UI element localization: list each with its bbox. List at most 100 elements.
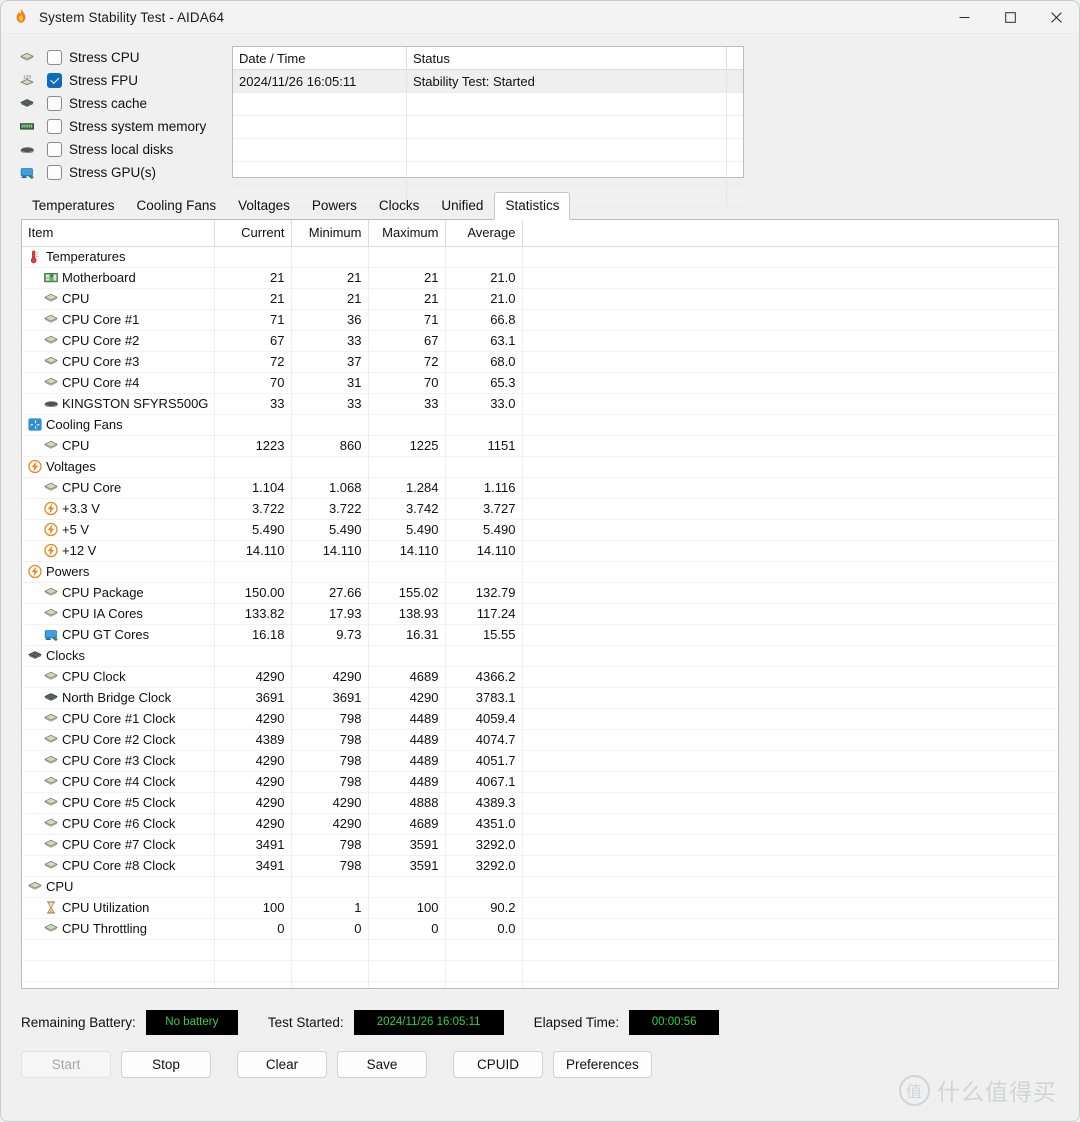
- stress-option-checkbox[interactable]: [47, 96, 62, 111]
- cpuid-button[interactable]: CPUID: [453, 1051, 543, 1078]
- tab-temperatures[interactable]: Temperatures: [21, 192, 126, 219]
- statistics-cell-minimum: 21: [291, 267, 369, 289]
- statistics-item-row[interactable]: KINGSTON SFYRS500G 33 33 33 33.0: [22, 393, 1058, 415]
- statistics-group-row[interactable]: CPU: [22, 876, 1058, 898]
- stop-button[interactable]: Stop: [121, 1051, 211, 1078]
- stress-option-checkbox[interactable]: [47, 73, 62, 88]
- statistics-item-row[interactable]: CPU Core #1 Clock 4290 798 4489 4059.4: [22, 708, 1058, 730]
- statistics-item-row[interactable]: CPU Core #5 Clock 4290 4290 4888 4389.3: [22, 792, 1058, 814]
- stress-option-row[interactable]: Stress local disks: [17, 138, 229, 161]
- stress-option-row[interactable]: Stress GPU(s): [17, 161, 229, 184]
- minimize-button[interactable]: [941, 1, 987, 33]
- statistics-cell-spacer: [522, 372, 1058, 394]
- col-header-item[interactable]: Item: [22, 220, 215, 247]
- statistics-group-row[interactable]: Clocks: [22, 645, 1058, 667]
- tab-clocks[interactable]: Clocks: [368, 192, 431, 219]
- stress-option-row[interactable]: 123 Stress FPU: [17, 69, 229, 92]
- statistics-item-label: +12 V: [62, 543, 97, 558]
- stress-option-row[interactable]: Stress CPU: [17, 46, 229, 69]
- col-header-minimum[interactable]: Minimum: [291, 220, 369, 247]
- statistics-group-row[interactable]: Voltages: [22, 456, 1058, 478]
- statistics-item-row[interactable]: CPU GT Cores 16.18 9.73 16.31 15.55: [22, 624, 1058, 646]
- statistics-item-label: Voltages: [46, 459, 96, 474]
- tab-unified[interactable]: Unified: [430, 192, 494, 219]
- statistics-item-label: CPU Core #3 Clock: [62, 753, 176, 768]
- log-row[interactable]: 2024/11/26 16:05:11 Stability Test: Start…: [233, 70, 743, 93]
- maximize-button[interactable]: [987, 1, 1033, 33]
- stress-option-row[interactable]: Stress cache: [17, 92, 229, 115]
- statistics-item-row[interactable]: CPU Core #6 Clock 4290 4290 4689 4351.0: [22, 813, 1058, 835]
- statistics-item-row[interactable]: CPU Throttling 0 0 0 0.0: [22, 918, 1058, 940]
- statistics-item-row[interactable]: CPU 21 21 21 21.0: [22, 288, 1058, 310]
- statistics-cell-minimum: 798: [291, 834, 369, 856]
- statistics-item-row[interactable]: +12 V 14.110 14.110 14.110 14.110: [22, 540, 1058, 562]
- statistics-item-row[interactable]: CPU Core #2 67 33 67 63.1: [22, 330, 1058, 352]
- statistics-item-row[interactable]: CPU Core #1 71 36 71 66.8: [22, 309, 1058, 331]
- statistics-item-row[interactable]: Motherboard 21 21 21 21.0: [22, 267, 1058, 289]
- statistics-item-row[interactable]: CPU Utilization 100 1 100 90.2: [22, 897, 1058, 919]
- statistics-cell-spacer: [522, 456, 1058, 478]
- statistics-cell-item: CPU Core #6 Clock: [22, 813, 215, 835]
- statistics-cell-average: 1151: [445, 435, 523, 457]
- statistics-item-row[interactable]: CPU Core #4 70 31 70 65.3: [22, 372, 1058, 394]
- statistics-item-row[interactable]: CPU IA Cores 133.82 17.93 138.93 117.24: [22, 603, 1058, 625]
- tab-voltages[interactable]: Voltages: [227, 192, 301, 219]
- start-button[interactable]: Start: [21, 1051, 111, 1078]
- memory-module-icon: [17, 118, 37, 136]
- statistics-cell-average: 66.8: [445, 309, 523, 331]
- stress-option-checkbox[interactable]: [47, 142, 62, 157]
- statistics-cell-maximum: [368, 414, 446, 436]
- statistics-empty-cell: [522, 960, 1058, 982]
- log-cell-datetime: [233, 139, 407, 161]
- statistics-item-row[interactable]: CPU Core #3 Clock 4290 798 4489 4051.7: [22, 750, 1058, 772]
- stress-option-row[interactable]: Stress system memory: [17, 115, 229, 138]
- cache-chip-icon: [26, 648, 43, 664]
- statistics-group-row[interactable]: Cooling Fans: [22, 414, 1058, 436]
- col-header-current[interactable]: Current: [214, 220, 292, 247]
- statistics-empty-cell: [445, 939, 523, 961]
- statistics-cell-average: 4051.7: [445, 750, 523, 772]
- statistics-group-row[interactable]: Powers: [22, 561, 1058, 583]
- statistics-cell-maximum: 16.31: [368, 624, 446, 646]
- statistics-item-row[interactable]: +5 V 5.490 5.490 5.490 5.490: [22, 519, 1058, 541]
- tab-powers[interactable]: Powers: [301, 192, 368, 219]
- col-header-average[interactable]: Average: [445, 220, 523, 247]
- statistics-item-row[interactable]: CPU Core #4 Clock 4290 798 4489 4067.1: [22, 771, 1058, 793]
- tab-strip: Temperatures Cooling Fans Voltages Powers Cl…: [21, 192, 1079, 220]
- statistics-item-label: CPU Core #1: [62, 312, 140, 327]
- statistics-item-row[interactable]: CPU Clock 4290 4290 4689 4366.2: [22, 666, 1058, 688]
- cache-chip-icon: [17, 95, 37, 113]
- preferences-button[interactable]: Preferences: [553, 1051, 652, 1078]
- statistics-cell-minimum: [291, 456, 369, 478]
- log-cell-status: [407, 162, 727, 184]
- statistics-item-row[interactable]: CPU Core #3 72 37 72 68.0: [22, 351, 1058, 373]
- stress-option-checkbox[interactable]: [47, 165, 62, 180]
- statistics-item-row[interactable]: CPU 1223 860 1225 1151: [22, 435, 1058, 457]
- save-button[interactable]: Save: [337, 1051, 427, 1078]
- statistics-item-row[interactable]: CPU Core #2 Clock 4389 798 4489 4074.7: [22, 729, 1058, 751]
- statistics-cell-current: 21: [214, 288, 292, 310]
- tab-statistics[interactable]: Statistics: [494, 192, 571, 220]
- statistics-item-label: CPU Core #7 Clock: [62, 837, 176, 852]
- statistics-cell-current: 71: [214, 309, 292, 331]
- statistics-table-panel[interactable]: Item Current Minimum Maximum Average Tem…: [21, 219, 1059, 989]
- tab-cooling-fans[interactable]: Cooling Fans: [126, 192, 228, 219]
- statistics-group-row[interactable]: Temperatures: [22, 246, 1058, 268]
- statistics-item-row[interactable]: North Bridge Clock 3691 3691 4290 3783.1: [22, 687, 1058, 709]
- clear-button[interactable]: Clear: [237, 1051, 327, 1078]
- statistics-item-row[interactable]: CPU Package 150.00 27.66 155.02 132.79: [22, 582, 1058, 604]
- stress-option-checkbox[interactable]: [47, 119, 62, 134]
- statistics-item-row[interactable]: +3.3 V 3.722 3.722 3.742 3.727: [22, 498, 1058, 520]
- log-cell-datetime: [233, 116, 407, 138]
- bolt-icon: [42, 522, 59, 538]
- watermark: 值 什么值得买: [899, 1073, 1057, 1107]
- statistics-item-row[interactable]: CPU Core #7 Clock 3491 798 3591 3292.0: [22, 834, 1058, 856]
- statistics-item-row[interactable]: CPU Core 1.104 1.068 1.284 1.116: [22, 477, 1058, 499]
- statistics-cell-current: 70: [214, 372, 292, 394]
- stress-option-checkbox[interactable]: [47, 50, 62, 65]
- col-header-maximum[interactable]: Maximum: [368, 220, 446, 247]
- close-button[interactable]: [1033, 1, 1079, 33]
- event-log-list[interactable]: Date / Time Status 2024/11/26 16:05:11 St…: [232, 46, 744, 208]
- statistics-item-row[interactable]: CPU Core #8 Clock 3491 798 3591 3292.0: [22, 855, 1058, 877]
- statistics-item-label: CPU: [62, 291, 90, 306]
